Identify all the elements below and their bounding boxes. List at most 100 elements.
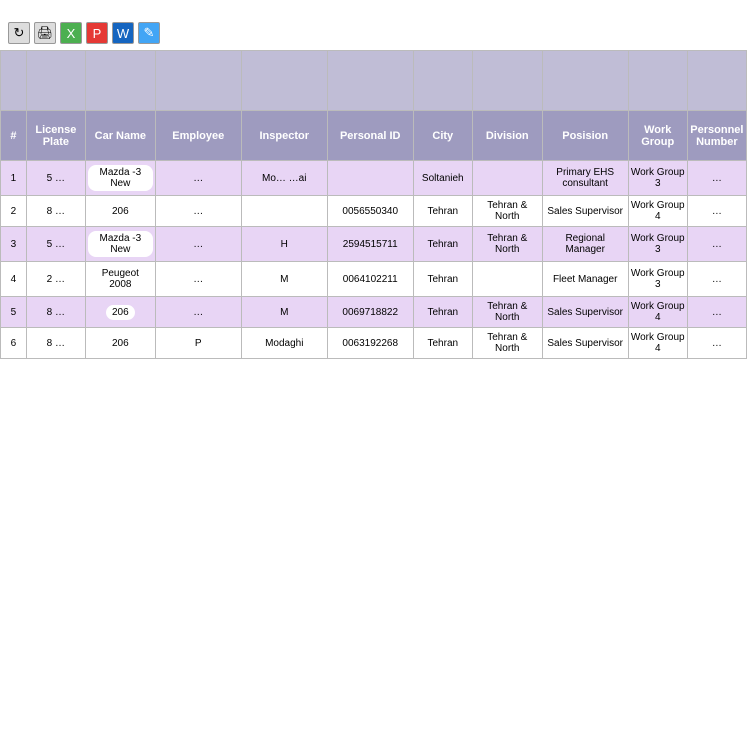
cell-personal_id: 2594515711 (327, 227, 413, 262)
cell-license_plate: 2 … (26, 262, 85, 297)
cell-position: Regional Manager (542, 227, 628, 262)
cell-division (472, 262, 542, 297)
col-header-top-inspector (241, 51, 327, 111)
cell-position: Sales Supervisor (542, 297, 628, 328)
col-header-top-work_group (628, 51, 687, 111)
cell-personal_id (327, 161, 413, 196)
cell-license_plate: 8 … (26, 297, 85, 328)
col-header-employee: Employee (155, 111, 241, 161)
cell-license_plate: 8 … (26, 196, 85, 227)
excel-icon[interactable]: X (60, 22, 82, 44)
cell-num: 6 (1, 328, 27, 359)
col-header-car_name: Car Name (85, 111, 155, 161)
cell-personnel_number: … (687, 161, 746, 196)
cell-license_plate: 5 … (26, 227, 85, 262)
table-row: 58 …206…M0069718822TehranTehran & NorthS… (1, 297, 747, 328)
col-header-top-position (542, 51, 628, 111)
col-header-top-car_name (85, 51, 155, 111)
col-header-top-license_plate (26, 51, 85, 111)
cell-work_group: Work Group 4 (628, 297, 687, 328)
cell-personal_id: 0069718822 (327, 297, 413, 328)
col-header-city: City (413, 111, 472, 161)
cell-inspector: Modaghi (241, 328, 327, 359)
cell-work_group: Work Group 4 (628, 328, 687, 359)
cell-personnel_number: … (687, 297, 746, 328)
col-header-division: Division (472, 111, 542, 161)
col-header-license_plate: License Plate (26, 111, 85, 161)
cell-personal_id: 0063192268 (327, 328, 413, 359)
cell-division: Tehran & North (472, 227, 542, 262)
cell-work_group: Work Group 3 (628, 161, 687, 196)
cell-division: Tehran & North (472, 196, 542, 227)
report-table: #License PlateCar NameEmployeeInspectorP… (0, 50, 747, 359)
cell-num: 3 (1, 227, 27, 262)
table-row: 15 …Mazda -3 New…Mo… …aiSoltaniehPrimary… (1, 161, 747, 196)
cell-car_name: 206 (85, 297, 155, 328)
cell-work_group: Work Group 3 (628, 227, 687, 262)
col-header-personal_id: Personal ID (327, 111, 413, 161)
col-header-top-personal_id (327, 51, 413, 111)
cell-inspector: M (241, 262, 327, 297)
cell-personnel_number: … (687, 328, 746, 359)
cell-city: Tehran (413, 262, 472, 297)
cell-car_name: 206 (85, 328, 155, 359)
print-icon[interactable]: 🖨 (34, 22, 56, 44)
cell-position: Primary EHS consultant (542, 161, 628, 196)
cell-num: 5 (1, 297, 27, 328)
col-header-personnel_number: Personnel Number (687, 111, 746, 161)
cell-num: 1 (1, 161, 27, 196)
col-header-top-division (472, 51, 542, 111)
cell-car_name: Peugeot 2008 (85, 262, 155, 297)
pdf-icon[interactable]: P (86, 22, 108, 44)
col-header-work_group: Work Group (628, 111, 687, 161)
cell-inspector (241, 196, 327, 227)
col-header-top-personnel_number (687, 51, 746, 111)
cell-license_plate: 8 … (26, 328, 85, 359)
cell-work_group: Work Group 4 (628, 196, 687, 227)
cell-city: Tehran (413, 196, 472, 227)
col-header-position: Posision (542, 111, 628, 161)
cell-car_name: 206 (85, 196, 155, 227)
word-icon[interactable]: W (112, 22, 134, 44)
cell-employee: … (155, 297, 241, 328)
table-row: 42 …Peugeot 2008…M0064102211TehranFleet … (1, 262, 747, 297)
cell-employee: … (155, 262, 241, 297)
cell-city: Tehran (413, 227, 472, 262)
cell-city: Tehran (413, 297, 472, 328)
cell-inspector: H (241, 227, 327, 262)
cell-inspector: M (241, 297, 327, 328)
cell-employee: … (155, 161, 241, 196)
toolbar: ↻🖨XPW✎ (0, 18, 747, 50)
cell-personal_id: 0064102211 (327, 262, 413, 297)
col-header-top-num (1, 51, 27, 111)
cell-division: Tehran & North (472, 297, 542, 328)
cell-division (472, 161, 542, 196)
cell-employee: … (155, 227, 241, 262)
cell-position: Fleet Manager (542, 262, 628, 297)
cell-personnel_number: … (687, 227, 746, 262)
cell-position: Sales Supervisor (542, 196, 628, 227)
table-row: 28 …206…0056550340TehranTehran & NorthSa… (1, 196, 747, 227)
cell-personnel_number: … (687, 262, 746, 297)
cell-position: Sales Supervisor (542, 328, 628, 359)
table-row: 35 …Mazda -3 New…H2594515711TehranTehran… (1, 227, 747, 262)
edit-icon[interactable]: ✎ (138, 22, 160, 44)
cell-inspector: Mo… …ai (241, 161, 327, 196)
report-table-wrapper: #License PlateCar NameEmployeeInspectorP… (0, 50, 747, 359)
col-header-num: # (1, 111, 27, 161)
cell-work_group: Work Group 3 (628, 262, 687, 297)
cell-num: 4 (1, 262, 27, 297)
cell-num: 2 (1, 196, 27, 227)
cell-license_plate: 5 … (26, 161, 85, 196)
cell-employee: … (155, 196, 241, 227)
cell-division: Tehran & North (472, 328, 542, 359)
cell-car_name: Mazda -3 New (85, 161, 155, 196)
cell-city: Tehran (413, 328, 472, 359)
table-row: 68 …206PModaghi0063192268TehranTehran & … (1, 328, 747, 359)
cell-personnel_number: … (687, 196, 746, 227)
cell-personal_id: 0056550340 (327, 196, 413, 227)
header-title (0, 0, 747, 14)
col-header-inspector: Inspector (241, 111, 327, 161)
refresh-icon[interactable]: ↻ (8, 22, 30, 44)
cell-employee: P (155, 328, 241, 359)
